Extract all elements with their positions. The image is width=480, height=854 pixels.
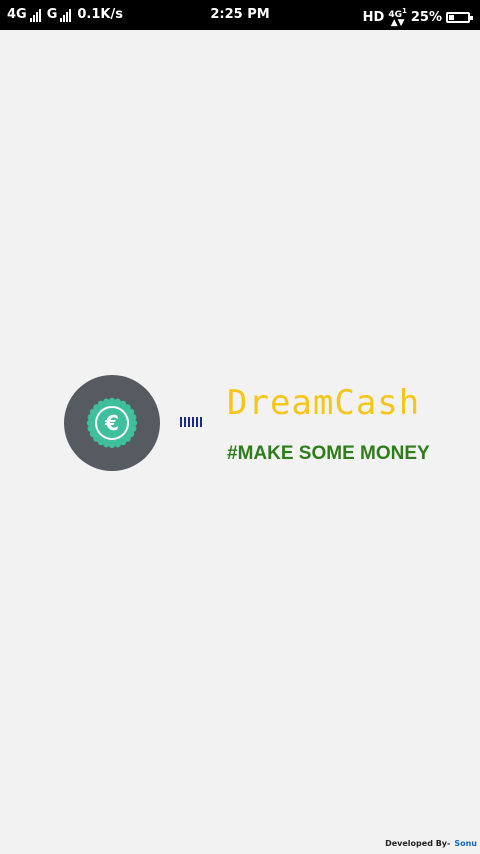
developer-name: Sonu [454,839,477,848]
network-4g-icon: 4G1 ▲▼ [388,7,407,28]
app-tagline: #MAKE SOME MONEY [227,443,430,464]
loading-indicator [180,417,202,427]
status-right: HD 4G1 ▲▼ 25% [362,7,473,28]
developed-by-label: Developed By- [385,839,451,848]
hd-indicator: HD [362,9,385,25]
battery-fill [449,14,454,20]
euro-coin-badge-icon: € [86,397,138,449]
developer-credit: Developed By- Sonu [385,839,477,848]
battery-percent: 25% [410,9,442,25]
status-bar: 4G G 0.1K/s 2:25 PM HD 4G1 ▲▼ 25% [0,0,480,30]
app-logo: € [64,375,160,471]
battery-icon [446,11,473,23]
app-title: DreamCash [227,383,421,423]
euro-symbol: € [104,411,119,435]
